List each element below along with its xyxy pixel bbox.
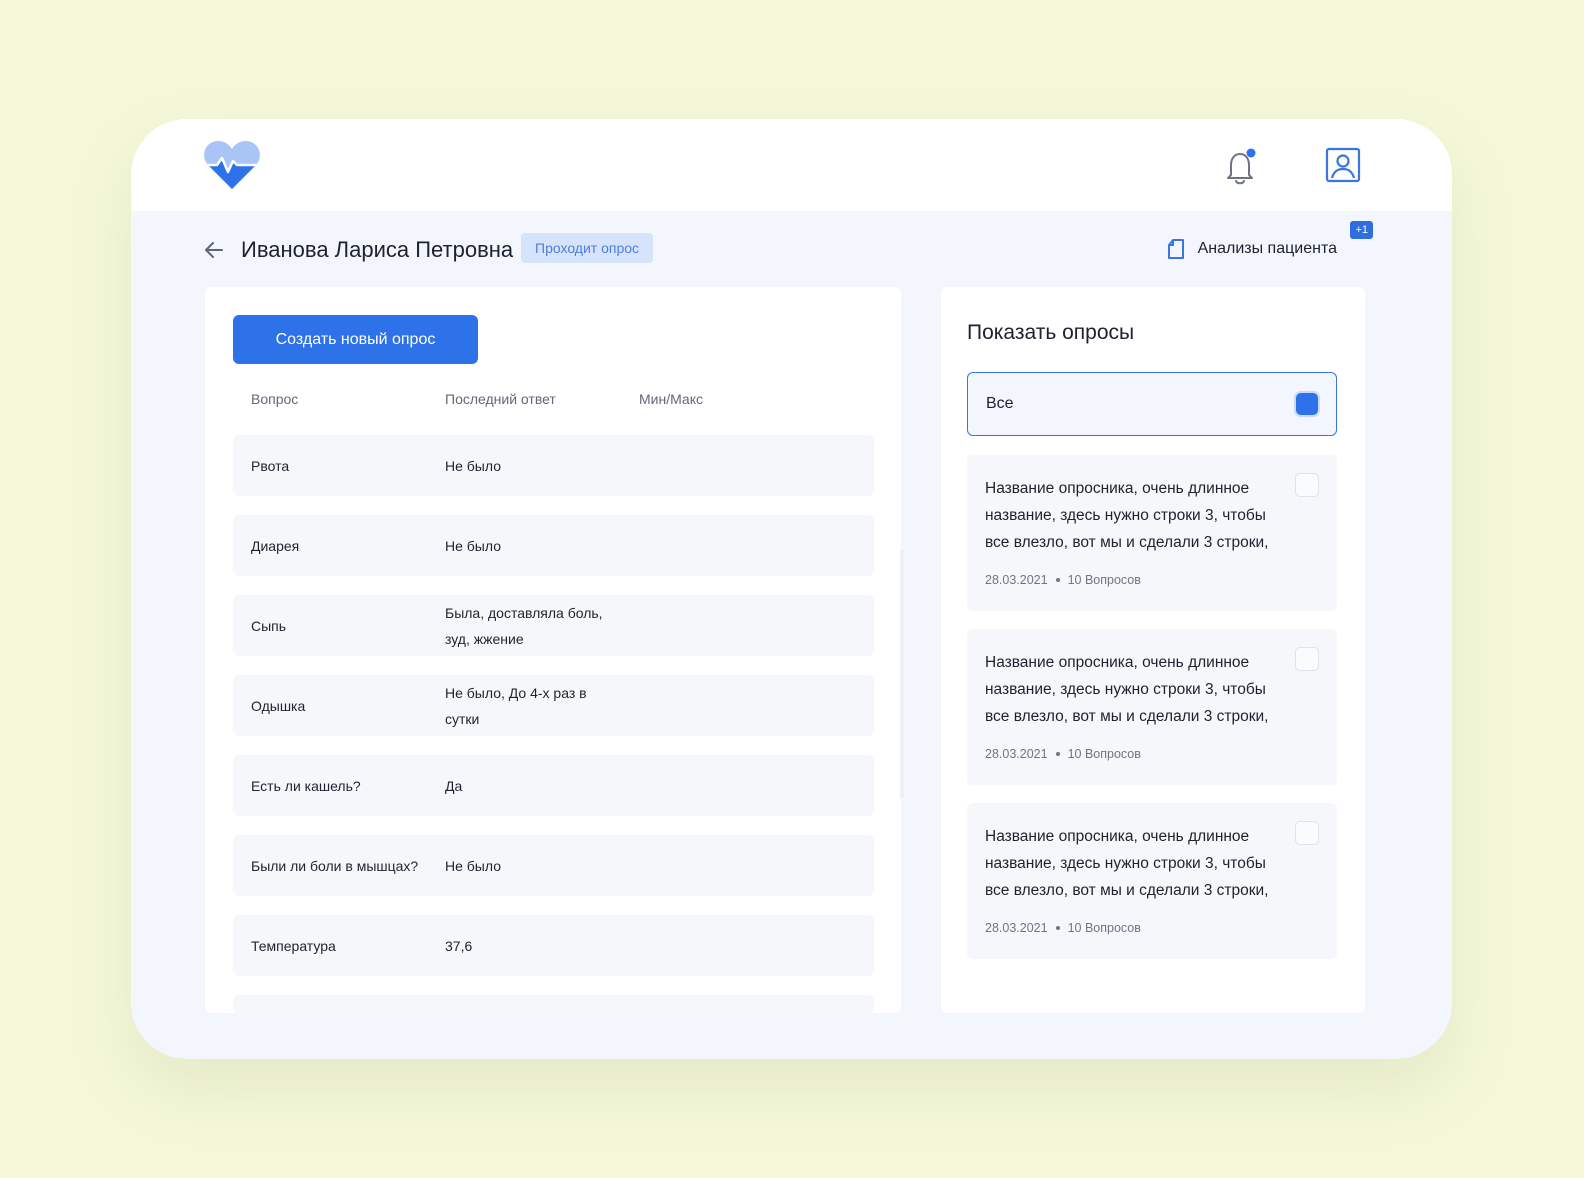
questions-table: Рвота Не было Диарея Не было Сыпь Была, … <box>233 435 874 1013</box>
survey-meta: 28.03.2021 10 Вопросов <box>985 921 1141 935</box>
table-row[interactable]: Температура 37,6 <box>233 915 874 976</box>
patient-analyses-link[interactable]: Анализы пациента +1 <box>1166 221 1373 265</box>
heart-pulse-icon[interactable] <box>203 139 261 191</box>
answer-cell: Не было <box>445 537 501 554</box>
page-header: Иванова Лариса Петровна Проходит опрос А… <box>203 221 1373 273</box>
separator-dot <box>1055 578 1060 582</box>
answer-cell: Да <box>445 777 463 794</box>
question-cell: Сыпь <box>251 617 287 634</box>
checkbox-unchecked[interactable] <box>1295 821 1319 845</box>
question-cell: Диарея <box>251 537 300 554</box>
separator-dot <box>1055 752 1060 756</box>
survey-meta: 28.03.2021 10 Вопросов <box>985 747 1141 761</box>
question-cell: Температура <box>251 937 336 954</box>
checkbox-unchecked[interactable] <box>1295 473 1319 497</box>
survey-question-count: 10 Вопросов <box>1067 747 1141 761</box>
survey-title: Название опросника, очень длинное назван… <box>985 654 1269 725</box>
create-survey-button[interactable]: Создать новый опрос <box>233 315 478 364</box>
analyses-count-badge: +1 <box>1350 221 1373 239</box>
survey-date: 28.03.2021 <box>985 573 1048 587</box>
table-header: Вопрос Последний ответ Мин/Макс <box>233 391 873 421</box>
survey-date: 28.03.2021 <box>985 747 1048 761</box>
table-row[interactable]: Рвота Не было <box>233 435 874 496</box>
app-window: Иванова Лариса Петровна Проходит опрос А… <box>131 119 1452 1059</box>
question-cell: Одышка <box>251 697 306 714</box>
survey-question-count: 10 Вопросов <box>1067 573 1141 587</box>
question-cell: Есть ли кашель? <box>251 777 361 794</box>
survey-date: 28.03.2021 <box>985 921 1048 935</box>
survey-filter-all-label: Все <box>986 395 1014 412</box>
table-row[interactable] <box>233 995 874 1013</box>
table-row[interactable]: Диарея Не было <box>233 515 874 576</box>
surveys-panel: Показать опросы Все Название опросника, … <box>941 287 1365 1013</box>
answer-cell: Не было <box>445 857 501 874</box>
survey-title: Название опросника, очень длинное назван… <box>985 828 1269 899</box>
surveys-panel-title: Показать опросы <box>967 321 1135 344</box>
table-row[interactable]: Сыпь Была, доставляла боль, зуд, жжение <box>233 595 874 656</box>
survey-item[interactable]: Название опросника, очень длинное назван… <box>967 629 1337 785</box>
survey-item[interactable]: Название опросника, очень длинное назван… <box>967 455 1337 611</box>
questions-panel: Создать новый опрос Вопрос Последний отв… <box>205 287 901 1013</box>
table-row[interactable]: Есть ли кашель? Да <box>233 755 874 816</box>
checkbox-checked[interactable] <box>1296 393 1318 415</box>
bell-icon[interactable] <box>1223 147 1259 187</box>
user-profile-icon[interactable] <box>1325 147 1361 183</box>
table-row[interactable]: Одышка Не было, До 4-х раз в сутки <box>233 675 874 736</box>
column-header-last-answer[interactable]: Последний ответ <box>445 391 556 407</box>
patient-name: Иванова Лариса Петровна <box>241 237 514 262</box>
top-bar <box>131 119 1452 211</box>
question-cell: Были ли боли в мышцах? <box>251 857 419 874</box>
document-icon <box>1167 239 1184 259</box>
survey-filter-all[interactable]: Все <box>967 372 1337 436</box>
survey-title: Название опросника, очень длинное назван… <box>985 480 1269 551</box>
column-header-min-max[interactable]: Мин/Макс <box>639 391 703 407</box>
answer-cell: Не было <box>445 457 501 474</box>
scrollbar[interactable] <box>900 549 904 799</box>
survey-question-count: 10 Вопросов <box>1067 921 1141 935</box>
separator-dot <box>1055 926 1060 930</box>
analyses-label: Анализы пациента <box>1197 240 1337 257</box>
question-cell: Рвота <box>251 457 290 474</box>
column-header-question[interactable]: Вопрос <box>251 391 298 407</box>
answer-cell: 37,6 <box>445 937 473 954</box>
table-row[interactable]: Были ли боли в мышцах? Не было <box>233 835 874 896</box>
checkbox-unchecked[interactable] <box>1295 647 1319 671</box>
survey-meta: 28.03.2021 10 Вопросов <box>985 573 1141 587</box>
answer-cell: Была, доставляла боль, зуд, жжение <box>445 604 603 647</box>
survey-item[interactable]: Название опросника, очень длинное назван… <box>967 803 1337 959</box>
back-arrow-icon[interactable] <box>203 239 225 261</box>
status-badge: Проходит опрос <box>521 233 654 263</box>
answer-cell: Не было, До 4-х раз в сутки <box>445 684 587 727</box>
